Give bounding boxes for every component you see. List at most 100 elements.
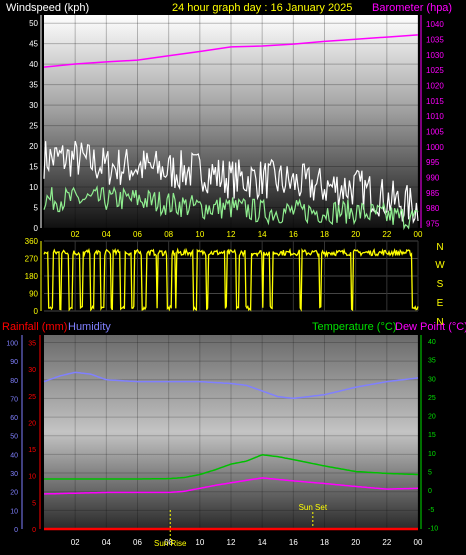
compass-label: E <box>437 298 444 309</box>
barometer-tick-label: 980 <box>426 204 440 213</box>
windspeed-tick-label: 35 <box>29 81 38 90</box>
temperature-tick-label: 30 <box>428 376 436 383</box>
compass-labels: NWSEN <box>435 242 445 328</box>
rain-tick-label: 20 <box>28 420 36 427</box>
windspeed-tick-label: 0 <box>34 224 39 233</box>
windspeed-tick-label: 40 <box>29 60 38 69</box>
windspeed-tick-label: 30 <box>29 101 38 110</box>
humidity-tick-label: 90 <box>10 359 18 366</box>
time-tick-label: 02 <box>71 538 80 547</box>
compass-label: N <box>436 242 443 253</box>
humidity-tick-label: 30 <box>10 471 18 478</box>
chart-title: 24 hour graph day : 16 January 2025 <box>172 2 352 14</box>
temperature-axis-label: Temperature (°C) <box>312 321 396 333</box>
barometer-tick-label: 1025 <box>426 66 444 75</box>
humidity-tick-label: 60 <box>10 415 18 422</box>
time-tick-label: 16 <box>289 538 298 547</box>
temperature-tick-label: 40 <box>428 339 436 346</box>
rain-tick-label: 35 <box>28 340 36 347</box>
humidity-tick-label: 50 <box>10 434 18 441</box>
barometer-tick-label: 1035 <box>426 36 444 45</box>
time-tick-label: 04 <box>102 230 111 239</box>
windspeed-tick-label: 15 <box>29 163 38 172</box>
windspeed-tick-label: 50 <box>29 19 38 28</box>
barometer-tick-label: 1005 <box>426 127 444 136</box>
temperature-tick-label: 5 <box>428 470 432 477</box>
time-tick-label: 14 <box>258 538 267 547</box>
humidity-tick-label: 10 <box>10 508 18 515</box>
time-tick-label: 20 <box>351 538 360 547</box>
humidity-rain-axis: 0 10 20 30 40 50 60 70 80 90 100 0 5 10 15 20 25 30 35 <box>6 335 41 534</box>
windspeed-tick-label: 25 <box>29 122 38 131</box>
time-tick-label: 02 <box>71 230 80 239</box>
direction-tick-label: 0 <box>34 307 39 316</box>
temperature-tick-label: -5 <box>428 507 434 514</box>
windspeed-tick-label: 20 <box>29 142 38 151</box>
direction-axis: 0 90 180 270 360 <box>25 237 42 316</box>
direction-tick-label: 180 <box>25 272 39 281</box>
barometer-tick-label: 1010 <box>426 112 444 121</box>
humidity-tick-label: 100 <box>6 340 18 347</box>
rain-tick-label: 0 <box>32 527 36 534</box>
barometer-tick-label: 1040 <box>426 20 444 29</box>
time-tick-label: 20 <box>351 230 360 239</box>
time-tick-label: 06 <box>133 538 142 547</box>
humidity-axis-label: Humidity <box>68 321 111 333</box>
compass-label: W <box>435 260 445 271</box>
wind-barometer-chart: Windspeed (kph) 24 hour graph day : 16 J… <box>6 2 452 239</box>
time-tick-label: 12 <box>227 538 236 547</box>
barometer-tick-label: 975 <box>426 219 440 228</box>
windspeed-axis: 0 5 10 15 20 25 30 35 40 45 50 <box>29 15 42 233</box>
dewpoint-axis-label: Dew Point (°C) <box>395 321 466 333</box>
time-tick-label: 18 <box>320 230 329 239</box>
direction-tick-label: 360 <box>25 237 39 246</box>
barometer-tick-label: 1015 <box>426 97 444 106</box>
humidity-tick-label: 20 <box>10 490 18 497</box>
time-tick-label: 00 <box>414 230 423 239</box>
windspeed-axis-label: Windspeed (kph) <box>6 2 89 14</box>
humidity-tick-label: 80 <box>10 378 18 385</box>
sunset-label: Sun Set <box>299 503 328 512</box>
wind-direction-chart: 090180270360 NWSEN <box>25 237 446 328</box>
barometer-tick-label: 995 <box>426 158 440 167</box>
barometer-axis-label: Barometer (hpa) <box>372 2 452 14</box>
temperature-tick-label: 20 <box>428 414 436 421</box>
wind-time-axis: 02 04 06 08 10 12 14 16 18 20 22 00 <box>71 230 423 239</box>
rain-tick-label: 10 <box>28 474 36 481</box>
sunrise-label: Sun Rise <box>154 539 187 548</box>
direction-tick-label: 90 <box>29 290 38 299</box>
time-tick-label: 18 <box>320 538 329 547</box>
compass-label: S <box>437 279 444 290</box>
rain-tick-label: 30 <box>28 367 36 374</box>
windspeed-tick-label: 5 <box>34 204 39 213</box>
time-tick-label: 22 <box>382 538 391 547</box>
time-tick-label: 00 <box>414 538 423 547</box>
time-tick-label: 22 <box>382 230 391 239</box>
humidity-tick-label: 0 <box>14 527 18 534</box>
barometer-tick-label: 990 <box>426 173 440 182</box>
temperature-axis: -10 -5 0 5 10 15 20 25 30 35 40 <box>420 335 438 533</box>
time-tick-label: 12 <box>227 230 236 239</box>
time-tick-label: 10 <box>195 538 204 547</box>
time-tick-label: 06 <box>133 230 142 239</box>
temperature-tick-label: 0 <box>428 488 432 495</box>
temperature-tick-label: 25 <box>428 395 436 402</box>
rain-tick-label: 15 <box>28 447 36 454</box>
humidity-tick-label: 40 <box>10 452 18 459</box>
time-tick-label: 08 <box>164 230 173 239</box>
rain-tick-label: 5 <box>32 500 36 507</box>
time-tick-label: 04 <box>102 538 111 547</box>
time-tick-label: 14 <box>258 230 267 239</box>
humidity-tick-label: 70 <box>10 396 18 403</box>
temperature-tick-label: 10 <box>428 451 436 458</box>
rainfall-axis-label: Rainfall (mm) <box>2 321 67 333</box>
time-tick-label: 16 <box>289 230 298 239</box>
direction-tick-label: 270 <box>25 255 39 264</box>
temperature-tick-label: 35 <box>428 358 436 365</box>
barometer-axis: 975 980 985 990 995 1000 1005 1010 1015 1020 1025 1… <box>420 15 444 228</box>
barometer-tick-label: 985 <box>426 189 440 198</box>
temperature-tick-label: -10 <box>428 526 438 533</box>
time-tick-label: 10 <box>195 230 204 239</box>
barometer-tick-label: 1020 <box>426 81 444 90</box>
temperature-chart: Rainfall (mm) Humidity Temperature (°C) … <box>2 321 466 548</box>
